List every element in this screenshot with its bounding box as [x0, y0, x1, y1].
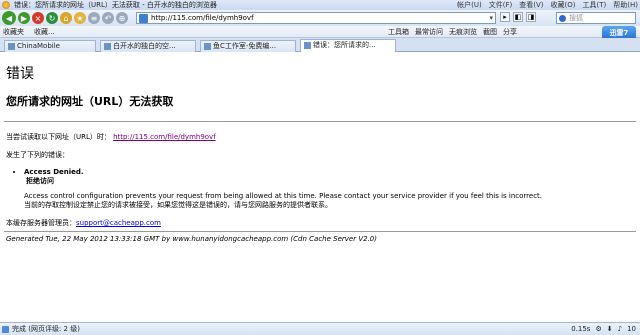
error-detail: Access control configuration prevents yo… — [24, 192, 624, 210]
screenshot-button[interactable]: 截图 — [483, 27, 497, 37]
generated-footer: Generated Tue, 22 May 2012 13:33:18 GMT … — [6, 235, 377, 243]
go-button[interactable]: ▸ — [500, 12, 510, 22]
page-heading: 错误 — [6, 66, 34, 82]
favorites-star-button[interactable]: ★ — [74, 12, 86, 24]
zoom-button[interactable]: ⊕ — [116, 12, 128, 24]
compat-icon[interactable]: ◨ — [526, 12, 536, 22]
tab-favicon-icon — [8, 43, 15, 50]
tab-label: 错误：您所请求的... — [313, 41, 376, 49]
search-engine-icon[interactable] — [559, 15, 566, 22]
status-text: 完成 (网页评级: 2 级) — [12, 325, 80, 333]
tab-favicon-icon — [104, 43, 111, 50]
page-favicon-icon — [139, 13, 148, 23]
tab-bar: ChinaMobile 白开水的独白的空... 鱼C工作室-免费编... 错误：… — [0, 38, 640, 52]
error-title-cn: 拒绝访问 — [26, 177, 54, 185]
history-button[interactable]: ≡ — [88, 12, 100, 24]
tab-error-active[interactable]: 错误：您所请求的... — [300, 39, 396, 52]
tried-url-prefix: 当尝试读取以下网址（URL）时： — [6, 133, 111, 141]
status-right: 0.15s ⚙ ⬇ ♪ 10 — [571, 325, 636, 333]
tab-label: ChinaMobile — [17, 42, 60, 50]
security-icon[interactable]: ◧ — [513, 12, 523, 22]
error-title: Access Denied. — [24, 168, 636, 176]
status-tool-icon[interactable]: ⚙ — [595, 325, 601, 333]
stop-button[interactable]: × — [32, 12, 44, 24]
menu-favorites[interactable]: 收藏(O) — [551, 0, 576, 10]
status-volume-icon[interactable]: ♪ — [618, 325, 622, 333]
tried-url-line: 当尝试读取以下网址（URL）时： http://115.com/file/dym… — [6, 132, 636, 142]
recent-button[interactable]: 最常访问 — [415, 27, 443, 37]
error-intro: 发生了下列的错误： — [6, 151, 69, 159]
admin-line: 本缓存服务器管理员：support@cacheapp.com — [6, 218, 636, 228]
error-detail-en: Access control configuration prevents yo… — [24, 192, 543, 200]
undo-close-button[interactable]: ↶ — [102, 12, 114, 24]
search-box[interactable]: 搜狐 — [556, 12, 636, 24]
admin-prefix: 本缓存服务器管理员： — [6, 219, 76, 227]
window-title: 错误：您所请求的网址（URL）无法获取 - 白开水的独白的浏览器 — [14, 1, 217, 9]
page-content: 错误 您所请求的网址（URL）无法获取 当尝试读取以下网址（URL）时： htt… — [0, 53, 640, 322]
menu-file[interactable]: 文件(F) — [489, 0, 513, 10]
back-button[interactable]: ◀ — [2, 11, 16, 25]
bookmarks-button[interactable]: 收藏... — [34, 27, 55, 37]
menu-tools[interactable]: 工具(T) — [583, 0, 607, 10]
divider — [4, 231, 636, 232]
tab-favicon-icon — [204, 43, 211, 50]
tab-label: 白开水的独白的空... — [113, 42, 176, 50]
tab-blog[interactable]: 白开水的独白的空... — [100, 40, 196, 52]
private-browsing-button[interactable]: 无痕浏览 — [449, 27, 477, 37]
status-download-icon[interactable]: ⬇ — [607, 325, 613, 333]
error-detail-cn: 当前的存取控制设定禁止您的请求被接受，如果您觉得这是错误的，请与您网路服务的提供… — [24, 201, 332, 209]
load-time: 0.15s — [571, 325, 591, 333]
navigation-bar: ◀ ▶ × ↻ ⌂ ★ ≡ ↶ ⊕ ▾ ▸ ◧ ◨ 搜狐 — [0, 10, 640, 26]
address-bar[interactable]: ▾ — [136, 12, 496, 24]
address-actions: ▸ ◧ ◨ — [500, 12, 536, 22]
tab-fishc[interactable]: 鱼C工作室-免费编... — [200, 40, 296, 52]
status-bar: 完成 (网页评级: 2 级) 0.15s ⚙ ⬇ ♪ 10 — [0, 322, 640, 335]
menu-account[interactable]: 帐户(U) — [457, 0, 482, 10]
divider — [4, 121, 636, 122]
tried-url-link[interactable]: http://115.com/file/dymh9ovf — [113, 133, 216, 141]
tab-favicon-icon — [304, 42, 311, 49]
tab-chinamobile[interactable]: ChinaMobile — [4, 40, 96, 52]
home-button[interactable]: ⌂ — [60, 12, 72, 24]
page-subheading: 您所请求的网址（URL）无法获取 — [6, 95, 174, 108]
share-button[interactable]: 分享 — [503, 27, 517, 37]
refresh-button[interactable]: ↻ — [46, 12, 58, 24]
tab-label: 鱼C工作室-免费编... — [213, 42, 277, 50]
zoom-level[interactable]: 10 — [627, 325, 636, 333]
favorites-button[interactable]: 收藏夹 — [3, 27, 24, 37]
forward-button[interactable]: ▶ — [18, 12, 30, 24]
address-dropdown-icon[interactable]: ▾ — [489, 14, 493, 22]
toolbox-button[interactable]: 工具箱 — [388, 27, 409, 37]
search-placeholder: 搜狐 — [569, 14, 583, 22]
status-icon — [2, 326, 9, 333]
address-input[interactable] — [148, 13, 448, 23]
error-list: Access Denied. — [24, 168, 636, 176]
menu-help[interactable]: 帮助(H) — [613, 0, 638, 10]
title-bar: 错误：您所请求的网址（URL）无法获取 - 白开水的独白的浏览器 帐户(U) 文… — [0, 0, 640, 10]
menu-bar: 帐户(U) 文件(F) 查看(V) 收藏(O) 工具(T) 帮助(H) — [457, 0, 638, 10]
menu-view[interactable]: 查看(V) — [519, 0, 543, 10]
toolbar: 收藏夹 收藏... 工具箱 最常访问 无痕浏览 截图 分享 迅雷7 — [0, 26, 640, 40]
admin-email-link[interactable]: support@cacheapp.com — [76, 219, 161, 227]
browser-logo-icon — [2, 1, 10, 9]
